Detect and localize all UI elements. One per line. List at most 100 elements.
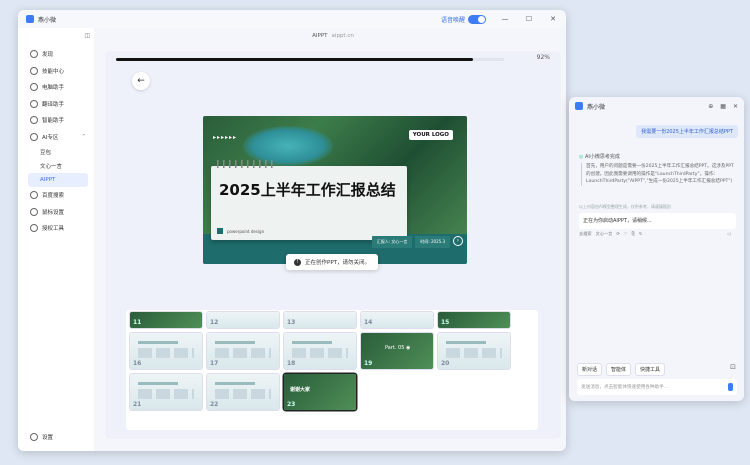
- robot-icon: [30, 116, 38, 125]
- quick-tools-button[interactable]: 快捷工具: [635, 363, 666, 376]
- sidebar-item-pc-assistant[interactable]: 电脑助手: [18, 79, 94, 96]
- wenxin-action[interactable]: 文心一言: [596, 231, 613, 237]
- thumb-thanks-label: 谢谢大家: [290, 387, 311, 393]
- page-title: AIPPT aippt.cn: [100, 28, 566, 44]
- thumbnail-17[interactable]: 17: [207, 333, 279, 369]
- new-chat-button[interactable]: 新对话: [577, 363, 603, 376]
- info-icon: !: [294, 258, 301, 266]
- message-input[interactable]: 发送消息，点击智能体快速使用各种助手...: [577, 379, 737, 395]
- sidebar-item-translate[interactable]: 翻译助手: [18, 96, 94, 113]
- thumbnail-23[interactable]: 谢谢大家 23: [284, 374, 356, 410]
- slide-footer-text: powerpoint design: [227, 228, 265, 234]
- thumb-content: [138, 389, 194, 399]
- thumb-content: [446, 348, 502, 358]
- slide-reporter: 汇报人: 文心一言: [371, 236, 413, 248]
- progress-percent: 92%: [536, 54, 550, 61]
- sidebar-item-wenxin[interactable]: 文心一言: [18, 159, 94, 173]
- slide-next-icon: ›: [453, 236, 463, 246]
- sidebar-item-skills[interactable]: 技能中心: [18, 63, 94, 80]
- sidebar-collapse-icon[interactable]: ◫: [84, 32, 90, 39]
- thumb-number: 14: [364, 319, 373, 326]
- thumbnail-20[interactable]: 20: [438, 333, 510, 369]
- sidebar-item-label: 发现: [42, 52, 54, 59]
- thumb-content: [215, 389, 271, 399]
- aippt-panel: 92% ← ▸▸▸▸▸▸ YOUR LOGO 2025上半年工作汇报总结 pow…: [106, 52, 560, 438]
- like-icon[interactable]: ♡: [624, 231, 628, 237]
- sidebar-item-label: 翻译助手: [42, 101, 65, 108]
- user-message: 我需要一份2025上半年工作汇报总结PPT: [636, 125, 738, 138]
- settings-label: 设置: [42, 435, 54, 441]
- speaker-icon[interactable]: ◁: [727, 231, 730, 236]
- search-icon: [30, 191, 38, 200]
- close-icon[interactable]: ✕: [733, 103, 738, 110]
- mic-icon[interactable]: [728, 383, 733, 391]
- thumb-bar: [138, 382, 178, 385]
- retry-icon[interactable]: ↻: [639, 231, 643, 237]
- assistant-panel: 燕小微 ⊕ ▦ ✕ 我需要一份2025上半年工作汇报总结PPT ◎ AI小微思考…: [569, 97, 744, 401]
- thumbnail-14[interactable]: 14: [361, 312, 433, 328]
- sidebar-item-label: AIPPT: [40, 177, 56, 183]
- voice-wake-label: 语音唤醒: [440, 16, 465, 24]
- slide-info: 汇报人: 文心一言 时间: 2025.3 ›: [371, 236, 463, 248]
- slide-logo: YOUR LOGO: [408, 130, 453, 140]
- add-icon[interactable]: ⊕: [708, 103, 713, 110]
- thumb-number: 23: [287, 401, 296, 408]
- maximize-button[interactable]: ☐: [524, 15, 534, 23]
- thumb-content: [292, 348, 348, 358]
- thumb-number: 20: [441, 360, 450, 367]
- refresh-icon[interactable]: ⟳: [616, 231, 620, 237]
- thumb-number: 16: [133, 360, 142, 367]
- thumb-number: 17: [210, 360, 219, 367]
- sidebar: ◫ 发现 技能中心 电脑助手 翻译助手 智能助手 AI专区 ⌃ 豆包 文心一言 A…: [18, 28, 94, 451]
- copy-icon[interactable]: ⎘: [632, 231, 635, 237]
- ai-icon: [30, 132, 38, 141]
- clear-icon[interactable]: ⊡: [730, 363, 736, 371]
- grid-icon: [30, 66, 38, 75]
- search-action[interactable]: 去搜索: [579, 231, 592, 237]
- thumb-number: 13: [287, 319, 296, 326]
- title-bar: 燕小微 语音唤醒 — ☐ ✕: [18, 10, 566, 28]
- thumb-bar: [446, 341, 486, 344]
- close-button[interactable]: ✕: [548, 15, 558, 23]
- sidebar-item-mouse-settings[interactable]: 鼠标设置: [18, 204, 94, 221]
- thumbnail-18[interactable]: 18: [284, 333, 356, 369]
- monitor-icon: [30, 83, 38, 92]
- compass-icon: [30, 50, 38, 59]
- progress-fill: [116, 58, 473, 61]
- thumbnail-panel: 11 12 13 14 15 16 17 18 Part. 05 ◉ 19 20 …: [126, 310, 538, 430]
- thumbnail-19[interactable]: Part. 05 ◉ 19: [361, 333, 433, 369]
- sidebar-item-ai-zone[interactable]: AI专区 ⌃: [18, 129, 94, 146]
- layout-icon[interactable]: ▦: [720, 103, 726, 110]
- sidebar-item-baidu-search[interactable]: 百度搜索: [18, 187, 94, 204]
- thumbnail-12[interactable]: 12: [207, 312, 279, 328]
- arrow-left-icon: ←: [137, 76, 145, 86]
- thumbnail-22[interactable]: 22: [207, 374, 279, 410]
- thumbnail-21[interactable]: 21: [130, 374, 202, 410]
- thumbnail-13[interactable]: 13: [284, 312, 356, 328]
- thumb-number: 12: [210, 319, 219, 326]
- settings-button[interactable]: 设置: [30, 433, 53, 441]
- sidebar-item-doubao[interactable]: 豆包: [18, 145, 94, 159]
- thumbnail-16[interactable]: 16: [130, 333, 202, 369]
- voice-wake-toggle[interactable]: [468, 14, 486, 24]
- sidebar-item-discover[interactable]: 发现: [18, 46, 94, 63]
- slide-footer: powerpoint design: [217, 228, 264, 234]
- thumb-bar: [138, 341, 178, 344]
- mouse-icon: [30, 207, 38, 216]
- voice-wake[interactable]: 语音唤醒: [440, 14, 486, 24]
- ai-disclaimer: 以上内容由AI模型整理生成，仅供参考，请谨慎甄别: [579, 204, 671, 209]
- sidebar-item-aippt[interactable]: AIPPT: [28, 173, 88, 187]
- agent-button[interactable]: 智能体: [606, 363, 632, 376]
- thumb-number: 22: [210, 401, 219, 408]
- assistant-header: 燕小微 ⊕ ▦ ✕: [569, 97, 744, 115]
- sidebar-item-smart[interactable]: 智能助手: [18, 112, 94, 129]
- back-button[interactable]: ←: [132, 72, 150, 90]
- minimize-button[interactable]: —: [500, 15, 510, 23]
- sidebar-item-auth-tool[interactable]: 授权工具: [18, 220, 94, 237]
- thumbnail-15[interactable]: 15: [438, 312, 510, 328]
- thinking-status[interactable]: ◎ AI小微思考完成: [579, 153, 620, 160]
- thumbnail-11[interactable]: 11: [130, 312, 202, 328]
- sidebar-item-label: 文心一言: [40, 164, 63, 170]
- thumb-number: 11: [133, 319, 142, 326]
- thumb-number: 18: [287, 360, 296, 367]
